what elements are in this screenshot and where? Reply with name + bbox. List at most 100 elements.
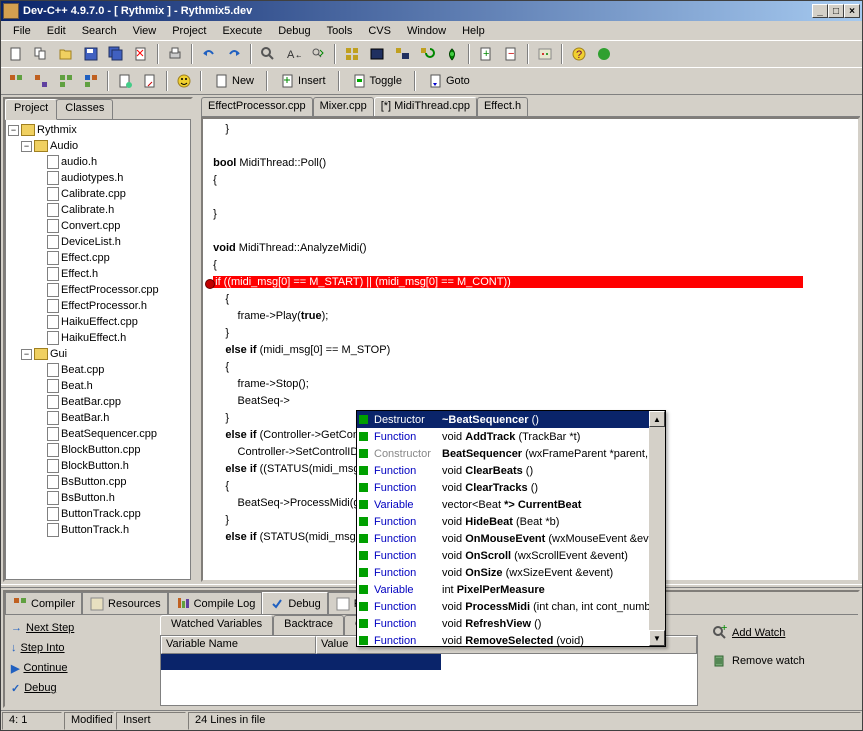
project-remove-icon[interactable]: −	[500, 43, 522, 65]
autocomplete-item[interactable]: Variablevector<Beat *> CurrentBeat	[357, 496, 665, 513]
project-tree[interactable]: −Rythmix−Audioaudio.haudiotypes.hCalibra…	[5, 119, 191, 580]
about-icon[interactable]	[593, 43, 615, 65]
tree-file[interactable]: BsButton.cpp	[8, 474, 188, 490]
menu-edit[interactable]: Edit	[39, 24, 74, 38]
autocomplete-item[interactable]: Functionvoid ClearBeats ()	[357, 462, 665, 479]
tb-goto-line-icon[interactable]	[139, 70, 161, 92]
editor-tab[interactable]: Effect.h	[477, 97, 528, 116]
autocomplete-item[interactable]: Functionvoid ProcessMidi (int chan, int …	[357, 598, 665, 615]
breakpoint-line[interactable]: if ((midi_msg[0] == M_START) || (midi_ms…	[213, 276, 803, 288]
close-button[interactable]: ×	[844, 4, 860, 18]
tree-file[interactable]: ButtonTrack.h	[8, 522, 188, 538]
tree-file[interactable]: Beat.cpp	[8, 362, 188, 378]
code-line[interactable]	[207, 191, 854, 208]
scroll-up-icon[interactable]: ▲	[649, 411, 665, 427]
autocomplete-popup[interactable]: Destructor~BeatSequencer ()Functionvoid …	[356, 410, 666, 647]
menu-window[interactable]: Window	[399, 24, 454, 38]
menu-tools[interactable]: Tools	[319, 24, 361, 38]
tree-file[interactable]: Calibrate.cpp	[8, 186, 188, 202]
code-line[interactable]: if ((midi_msg[0] == M_START) || (midi_ms…	[207, 276, 854, 293]
tb-goto-func-icon[interactable]	[114, 70, 136, 92]
autocomplete-item[interactable]: Functionvoid OnMouseEvent (wxMouseEvent …	[357, 530, 665, 547]
watch-tab-backtrace[interactable]: Backtrace	[273, 615, 344, 635]
output-tab-resources[interactable]: Resources	[82, 592, 168, 614]
insert-button[interactable]: Insert	[273, 70, 333, 92]
tree-file[interactable]: audiotypes.h	[8, 170, 188, 186]
tb-class-2-icon[interactable]	[30, 70, 52, 92]
replace-icon[interactable]: A↔	[282, 43, 304, 65]
menu-debug[interactable]: Debug	[270, 24, 318, 38]
tree-toggle-icon[interactable]: −	[8, 125, 19, 136]
code-line[interactable]: void MidiThread::AnalyzeMidi()	[207, 242, 854, 259]
tree-file[interactable]: ButtonTrack.cpp	[8, 506, 188, 522]
tree-file[interactable]: HaikuEffect.h	[8, 330, 188, 346]
menu-cvs[interactable]: CVS	[360, 24, 399, 38]
rebuild-icon[interactable]	[416, 43, 438, 65]
maximize-button[interactable]: □	[828, 4, 844, 18]
tree-file[interactable]: Beat.h	[8, 378, 188, 394]
open-icon[interactable]	[55, 43, 77, 65]
tree-toggle-icon[interactable]: −	[21, 141, 32, 152]
tree-root[interactable]: −Rythmix	[8, 122, 188, 138]
add-watch-button[interactable]: +Add Watch	[706, 623, 850, 643]
tree-file[interactable]: audio.h	[8, 154, 188, 170]
watch-tab-watched-variables[interactable]: Watched Variables	[160, 615, 273, 635]
tree-file[interactable]: EffectProcessor.h	[8, 298, 188, 314]
remove-watch-button[interactable]: Remove watch	[706, 651, 850, 671]
code-line[interactable]	[207, 225, 854, 242]
autocomplete-item[interactable]: ConstructorBeatSequencer (wxFrameParent …	[357, 445, 665, 462]
code-line[interactable]: {	[207, 259, 854, 276]
code-line[interactable]: frame->Play(true);	[207, 310, 854, 327]
debug-continue[interactable]: ▶Continue	[9, 659, 156, 677]
tree-file[interactable]: Calibrate.h	[8, 202, 188, 218]
tree-file[interactable]: BeatSequencer.cpp	[8, 426, 188, 442]
toggle-button[interactable]: Toggle	[345, 70, 409, 92]
code-line[interactable]: bool MidiThread::Poll()	[207, 157, 854, 174]
output-tab-compile-log[interactable]: Compile Log	[168, 592, 263, 614]
tree-toggle-icon[interactable]: −	[21, 349, 32, 360]
tb-class-3-icon[interactable]	[55, 70, 77, 92]
compile-icon[interactable]	[341, 43, 363, 65]
code-line[interactable]: }	[207, 123, 854, 140]
project-new-icon[interactable]: +	[475, 43, 497, 65]
tree-folder-audio[interactable]: −Audio	[8, 138, 188, 154]
breakpoint-marker-icon[interactable]	[205, 279, 215, 289]
minimize-button[interactable]: _	[812, 4, 828, 18]
output-tab-debug[interactable]: Debug	[262, 592, 327, 614]
autocomplete-scrollbar[interactable]: ▲ ▼	[649, 411, 665, 646]
autocomplete-item[interactable]: Functionvoid HideBeat (Beat *b)	[357, 513, 665, 530]
menu-execute[interactable]: Execute	[214, 24, 270, 38]
autocomplete-item[interactable]: Functionvoid ClearTracks ()	[357, 479, 665, 496]
run-icon[interactable]	[366, 43, 388, 65]
watch-col-name[interactable]: Variable Name	[161, 636, 316, 654]
menu-help[interactable]: Help	[454, 24, 493, 38]
editor-tab[interactable]: EffectProcessor.cpp	[201, 97, 313, 116]
autocomplete-item[interactable]: Functionvoid AddTrack (TrackBar *t)	[357, 428, 665, 445]
compile-run-icon[interactable]	[391, 43, 413, 65]
debug-debug[interactable]: ✓Debug	[9, 679, 156, 697]
tree-file[interactable]: BeatBar.cpp	[8, 394, 188, 410]
goto-button[interactable]: Goto	[421, 70, 477, 92]
editor-tab[interactable]: [*] MidiThread.cpp	[374, 97, 477, 116]
undo-icon[interactable]	[198, 43, 220, 65]
watch-row-selected[interactable]	[161, 654, 441, 670]
menu-view[interactable]: View	[125, 24, 165, 38]
code-line[interactable]: {	[207, 361, 854, 378]
debug-next-step[interactable]: →Next Step	[9, 619, 156, 637]
autocomplete-item[interactable]: Functionvoid RemoveSelected (void)	[357, 632, 665, 646]
project-tab-classes[interactable]: Classes	[56, 99, 113, 119]
autocomplete-item[interactable]: Functionvoid RefreshView ()	[357, 615, 665, 632]
new-file-icon[interactable]	[5, 43, 27, 65]
code-line[interactable]: {	[207, 174, 854, 191]
output-tab-compiler[interactable]: Compiler	[5, 592, 82, 614]
tree-file[interactable]: EffectProcessor.cpp	[8, 282, 188, 298]
save-icon[interactable]	[80, 43, 102, 65]
code-line[interactable]: else if (midi_msg[0] == M_STOP)	[207, 344, 854, 361]
menu-file[interactable]: File	[5, 24, 39, 38]
code-line[interactable]	[207, 140, 854, 157]
debug-icon[interactable]	[441, 43, 463, 65]
find-next-icon[interactable]	[307, 43, 329, 65]
print-icon[interactable]	[164, 43, 186, 65]
autocomplete-item[interactable]: Functionvoid OnSize (wxSizeEvent &event)	[357, 564, 665, 581]
tree-file[interactable]: Convert.cpp	[8, 218, 188, 234]
